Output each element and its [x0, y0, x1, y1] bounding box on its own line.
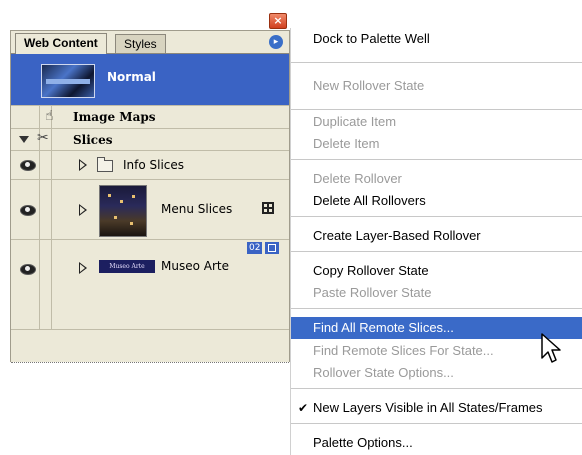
- slices-row[interactable]: ✂ Slices: [11, 129, 289, 151]
- normal-state-row[interactable]: Normal: [11, 54, 289, 106]
- hand-icon: ☝: [45, 108, 54, 124]
- visibility-eye-icon[interactable]: [20, 160, 36, 171]
- museo-arte-thumbnail: Museo Arte: [99, 260, 155, 273]
- remote-slice-link-icon: [265, 242, 279, 254]
- folder-icon: [97, 157, 113, 172]
- rollover-count-badge: 02: [247, 242, 263, 254]
- table-grid-icon: [262, 202, 274, 214]
- visibility-eye-icon[interactable]: [20, 264, 36, 275]
- menu-item-rollover-state-options[interactable]: Rollover State Options...: [291, 362, 582, 384]
- menu-item-find-remote-slices-for-state[interactable]: Find Remote Slices For State...: [291, 340, 582, 362]
- close-icon[interactable]: ×: [269, 13, 287, 29]
- tab-web-content[interactable]: Web Content: [15, 33, 107, 54]
- mouse-pointer-icon: [541, 333, 561, 363]
- menu-item-new-rollover-state[interactable]: New Rollover State: [291, 75, 582, 97]
- menu-item-delete-all-rollovers[interactable]: Delete All Rollovers: [291, 190, 582, 212]
- menu-item-palette-options[interactable]: Palette Options...: [291, 432, 582, 454]
- menu-item-delete-rollover[interactable]: Delete Rollover: [291, 168, 582, 190]
- tab-styles[interactable]: Styles: [115, 34, 166, 53]
- visibility-eye-icon[interactable]: [20, 205, 36, 216]
- palette-content: Normal ☝ Image Maps ✂ Slices Info Slices: [11, 54, 289, 329]
- menu-slices-row[interactable]: Menu Slices: [11, 180, 289, 240]
- expand-triangle-icon[interactable]: [79, 262, 87, 274]
- checkmark-icon: ✔: [298, 401, 309, 415]
- palette-bottom-edge: [11, 362, 291, 363]
- menu-separator: [291, 388, 582, 389]
- museo-arte-row[interactable]: 02 Museo Arte Museo Arte: [11, 240, 289, 282]
- museo-arte-label: Museo Arte: [161, 259, 229, 273]
- menu-item-delete-item[interactable]: Delete Item: [291, 133, 582, 155]
- menu-item-create-layer-based-rollover[interactable]: Create Layer-Based Rollover: [291, 225, 582, 247]
- menu-item-new-layers-visible[interactable]: ✔ New Layers Visible in All States/Frame…: [291, 397, 582, 419]
- menu-separator: [291, 159, 582, 160]
- collapse-triangle-icon[interactable]: [19, 136, 29, 143]
- image-maps-row[interactable]: ☝ Image Maps: [11, 106, 289, 129]
- web-content-palette: × Web Content Styles ▸ Normal ☝ Image Ma…: [10, 10, 291, 363]
- menu-separator: [291, 308, 582, 309]
- palette-context-menu: Dock to Palette Well New Rollover State …: [290, 28, 582, 455]
- normal-thumbnail: [41, 64, 95, 98]
- menu-separator: [291, 423, 582, 424]
- info-slices-label: Info Slices: [123, 158, 185, 172]
- palette-menu-icon[interactable]: ▸: [269, 35, 283, 49]
- menu-separator: [291, 62, 582, 63]
- menu-separator: [291, 251, 582, 252]
- menu-separator: [291, 216, 582, 217]
- tab-strip: Web Content Styles ▸: [11, 31, 289, 54]
- menu-item-dock-to-palette-well[interactable]: Dock to Palette Well: [291, 28, 582, 50]
- menu-separator: [291, 109, 582, 110]
- expand-triangle-icon[interactable]: [79, 204, 87, 216]
- menu-item-copy-rollover-state[interactable]: Copy Rollover State: [291, 260, 582, 282]
- menu-item-duplicate-item[interactable]: Duplicate Item: [291, 111, 582, 133]
- palette-panel: Web Content Styles ▸ Normal ☝ Image Maps…: [10, 30, 291, 363]
- palette-titlebar: ×: [10, 10, 290, 30]
- image-maps-label: Image Maps: [73, 110, 156, 124]
- slices-label: Slices: [73, 133, 113, 147]
- palette-footer: [11, 329, 291, 363]
- menu-slices-label: Menu Slices: [161, 202, 233, 216]
- expand-triangle-icon[interactable]: [79, 159, 87, 171]
- menu-slices-thumbnail: [99, 185, 147, 237]
- menu-item-label: New Layers Visible in All States/Frames: [313, 400, 543, 415]
- menu-item-find-all-remote-slices[interactable]: Find All Remote Slices...: [291, 317, 582, 339]
- slice-tool-icon: ✂: [37, 130, 49, 146]
- normal-label: Normal: [107, 70, 156, 84]
- info-slices-row[interactable]: Info Slices: [11, 151, 289, 180]
- menu-item-paste-rollover-state[interactable]: Paste Rollover State: [291, 282, 582, 304]
